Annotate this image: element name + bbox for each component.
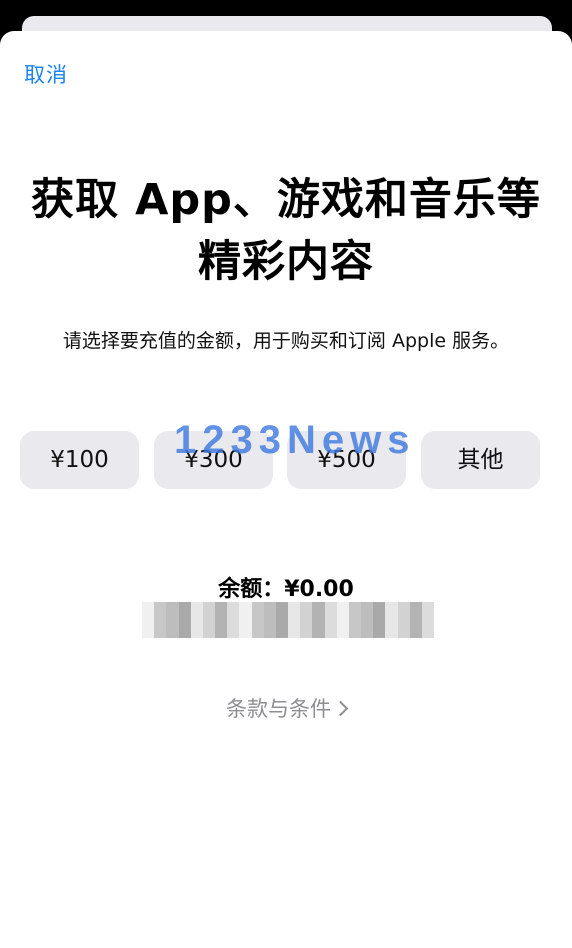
terms-link[interactable]: 条款与条件 — [0, 693, 572, 723]
amount-other-button[interactable]: 其他 — [421, 431, 540, 489]
amount-100-button[interactable]: ¥100 — [20, 431, 139, 489]
terms-label: 条款与条件 — [226, 697, 331, 721]
page-title: 获取 App、游戏和音乐等精彩内容 — [31, 175, 541, 287]
watermark: 1233News — [174, 418, 416, 462]
cancel-button[interactable]: 取消 — [24, 59, 68, 89]
chevron-right-icon — [332, 700, 349, 717]
recharge-sheet: 取消 获取 App、游戏和音乐等精彩内容 请选择要充值的金额，用于购买和订阅 A… — [0, 31, 572, 948]
page-subtitle: 请选择要充值的金额，用于购买和订阅 Apple 服务。 — [62, 330, 510, 352]
redacted-account-info — [142, 602, 434, 638]
balance-label: 余额：¥0.00 — [218, 577, 354, 602]
